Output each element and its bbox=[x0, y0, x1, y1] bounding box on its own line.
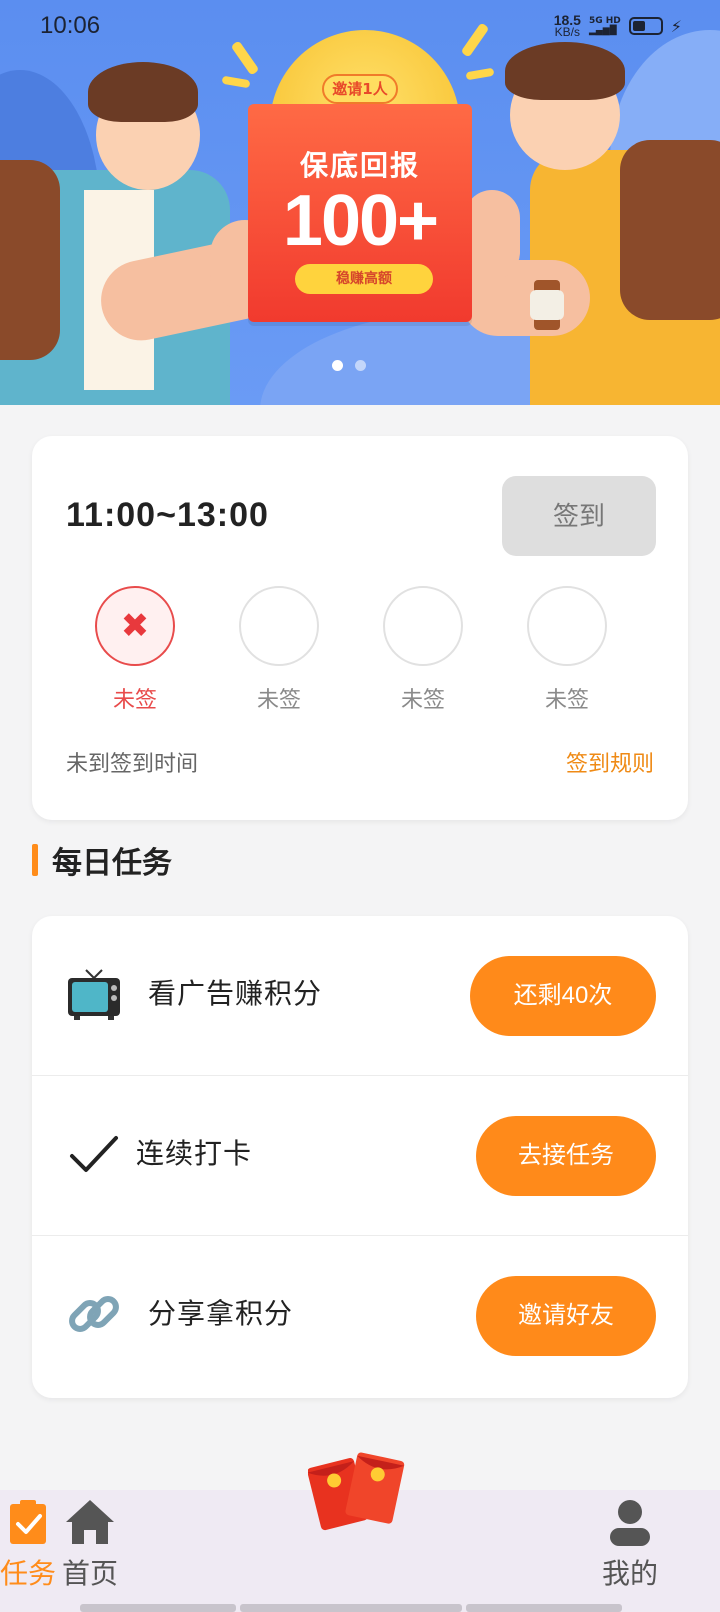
status-bar: 10:06 18.5 KB/s 5G HD ▂▄▆█ ⚡ bbox=[0, 0, 720, 56]
home-icon bbox=[50, 1498, 130, 1550]
section-title: 每日任务 bbox=[52, 846, 172, 881]
tab-profile[interactable]: 我的 bbox=[590, 1498, 670, 1592]
signin-slot: 未签 bbox=[507, 586, 627, 714]
daily-tasks-header: 每日任务 bbox=[32, 840, 172, 881]
signin-slot-label: 未签 bbox=[112, 688, 157, 713]
empty-circle bbox=[383, 586, 463, 666]
clipboard-check-icon bbox=[0, 1498, 56, 1550]
daily-tasks-card: 看广告赚积分 还剩40次 连续打卡 去接任务 分享拿积分 邀请好友 bbox=[32, 916, 688, 1398]
status-time: 10:06 bbox=[40, 12, 101, 39]
carousel-dot-active[interactable] bbox=[332, 360, 343, 371]
signin-slot-label: 未签 bbox=[256, 688, 301, 713]
close-icon: ✖ bbox=[120, 606, 150, 646]
carousel-dot[interactable] bbox=[355, 360, 366, 371]
section-accent-bar bbox=[32, 844, 38, 876]
network-speed: 18.5 KB/s bbox=[553, 12, 581, 39]
gesture-bar bbox=[466, 1604, 622, 1612]
carousel-indicator bbox=[332, 360, 366, 371]
invite-friends-button[interactable]: 邀请好友 bbox=[476, 1276, 656, 1356]
signin-slots: ✖ 未签 未签 未签 未签 bbox=[32, 586, 688, 726]
tab-label: 我的 bbox=[601, 1557, 658, 1590]
task-row: 连续打卡 去接任务 bbox=[32, 1076, 688, 1236]
sparkle-icon bbox=[465, 67, 495, 81]
signin-slot-label: 未签 bbox=[544, 688, 589, 713]
accept-task-button[interactable]: 去接任务 bbox=[476, 1116, 656, 1196]
signin-button[interactable]: 签到 bbox=[502, 476, 656, 556]
reward-amount: 100+ bbox=[282, 181, 439, 261]
reward-title: 保底回报 bbox=[299, 149, 420, 182]
tab-label: 首页 bbox=[61, 1557, 118, 1590]
watch-ad-button[interactable]: 还剩40次 bbox=[470, 956, 656, 1036]
promo-banner[interactable]: 10:06 18.5 KB/s 5G HD ▂▄▆█ ⚡ 邀请1人 保底回报 1… bbox=[0, 0, 720, 405]
task-row: 看广告赚积分 还剩40次 bbox=[32, 916, 688, 1076]
bottom-tab-bar: 首页 任务 我的 bbox=[0, 1452, 720, 1612]
task-label: 连续打卡 bbox=[136, 1137, 253, 1170]
signin-card: 11:00~13:00 签到 ✖ 未签 未签 未签 未签 未到签到时间 签到规则 bbox=[32, 436, 688, 820]
signal-icon: 5G HD ▂▄▆█ bbox=[588, 16, 621, 36]
red-envelope-icon[interactable] bbox=[307, 1446, 408, 1536]
invite-tag: 邀请1人 bbox=[322, 74, 398, 104]
status-icons: 18.5 KB/s 5G HD ▂▄▆█ ⚡ bbox=[553, 12, 682, 39]
missed-circle: ✖ bbox=[95, 586, 175, 666]
checkmark-icon bbox=[66, 1126, 122, 1182]
tv-icon bbox=[66, 966, 122, 1022]
link-icon bbox=[66, 1286, 122, 1342]
tab-tasks[interactable]: 任务 bbox=[0, 1498, 56, 1592]
gesture-bar bbox=[80, 1604, 236, 1612]
sparkle-icon bbox=[221, 75, 251, 89]
battery-icon bbox=[628, 17, 663, 35]
user-icon bbox=[590, 1498, 670, 1550]
signin-status-text: 未到签到时间 bbox=[66, 752, 199, 777]
task-label: 分享拿积分 bbox=[148, 1297, 294, 1330]
reward-pill: 稳赚高额 bbox=[295, 264, 433, 294]
charging-icon: ⚡ bbox=[670, 16, 682, 36]
signin-slot: 未签 bbox=[219, 586, 339, 714]
tab-home[interactable]: 首页 bbox=[50, 1498, 130, 1592]
empty-circle bbox=[527, 586, 607, 666]
signin-slot-label: 未签 bbox=[400, 688, 445, 713]
task-label: 看广告赚积分 bbox=[148, 977, 323, 1010]
task-row: 分享拿积分 邀请好友 bbox=[32, 1236, 688, 1396]
empty-circle bbox=[239, 586, 319, 666]
signin-time-range: 11:00~13:00 bbox=[66, 496, 269, 534]
signin-slot: 未签 bbox=[363, 586, 483, 714]
tab-label: 任务 bbox=[0, 1557, 57, 1590]
gesture-bar bbox=[240, 1604, 462, 1612]
signin-rules-link[interactable]: 签到规则 bbox=[566, 746, 654, 778]
signin-slot: ✖ 未签 bbox=[75, 586, 195, 714]
